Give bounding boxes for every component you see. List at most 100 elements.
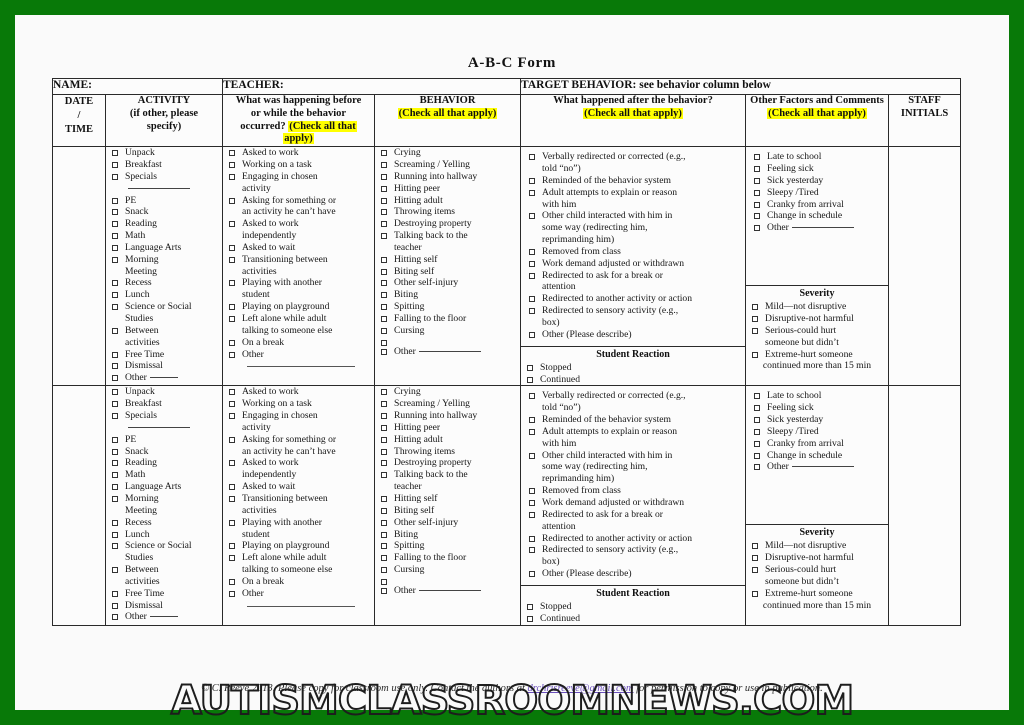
checkbox-icon[interactable] [112, 531, 118, 538]
checklist-item[interactable]: Specials [106, 410, 222, 434]
checkbox-icon[interactable] [754, 417, 761, 424]
checkbox-icon[interactable] [381, 221, 387, 228]
write-in-rule[interactable] [149, 616, 178, 618]
checkbox-icon[interactable] [112, 484, 118, 491]
checklist-item[interactable]: Asking for something or [223, 434, 374, 446]
checkbox-icon[interactable] [529, 511, 536, 518]
checklist-item[interactable]: Free Time [106, 349, 222, 361]
checklist-item[interactable]: Spitting [375, 301, 520, 313]
checklist-item[interactable]: Left alone while adult [223, 313, 374, 325]
checklist-item[interactable]: Engaging in chosen [223, 410, 374, 422]
checkbox-icon[interactable] [112, 304, 118, 311]
staff-initials-entry-cell[interactable] [888, 146, 962, 387]
checkbox-icon[interactable] [112, 150, 118, 157]
checkbox-icon[interactable] [752, 351, 759, 358]
checkbox-icon[interactable] [229, 304, 235, 311]
checklist-item[interactable]: Crying [375, 386, 520, 398]
checklist-item[interactable]: Destroying property [375, 457, 520, 469]
checkbox-icon[interactable] [529, 393, 536, 400]
checkbox-icon[interactable] [229, 555, 235, 562]
checkbox-icon[interactable] [381, 543, 387, 550]
checklist-item[interactable]: Cranky from arrival [748, 438, 886, 450]
checkbox-icon[interactable] [229, 316, 235, 322]
checklist-item[interactable]: Feeling sick [748, 163, 886, 175]
checkbox-icon[interactable] [752, 304, 759, 311]
checklist-item[interactable]: an activity he can’t have [223, 206, 374, 218]
checklist-item[interactable]: Cranky from arrival [748, 199, 886, 211]
checklist-item[interactable]: Mild—not disruptive [746, 301, 888, 313]
checklist-item[interactable]: Playing with another [223, 277, 374, 289]
checkbox-icon[interactable] [112, 472, 118, 479]
checklist-item[interactable]: Redirected to sensory activity (e.g., [523, 305, 743, 317]
checkbox-icon[interactable] [229, 244, 235, 251]
checklist-item[interactable]: Continued [521, 374, 745, 386]
checklist-item[interactable]: Verbally redirected or corrected (e.g., [523, 151, 743, 163]
checkbox-icon[interactable] [529, 488, 536, 495]
checkbox-icon[interactable] [381, 292, 387, 299]
checkbox-icon[interactable] [754, 201, 761, 208]
checkbox-icon[interactable] [754, 166, 761, 173]
checkbox-icon[interactable] [381, 436, 387, 443]
checklist-item[interactable]: Other child interacted with him in [523, 210, 743, 222]
checkbox-icon[interactable] [381, 519, 387, 526]
checklist-item[interactable]: some way (redirecting him, [523, 222, 743, 234]
checklist-item[interactable]: Spitting [375, 540, 520, 552]
checklist-item[interactable]: Other [106, 611, 222, 623]
target-behavior-cell[interactable]: TARGET BEHAVIOR: see behavior column bel… [520, 78, 962, 95]
checklist-item[interactable]: Other [748, 222, 886, 234]
checkbox-icon[interactable] [112, 495, 118, 502]
checklist-item[interactable]: Disruptive-not harmful [746, 552, 888, 564]
checklist-item[interactable]: activity [223, 422, 374, 434]
checkbox-icon[interactable] [754, 213, 761, 220]
checklist-item[interactable]: reprimanding him) [523, 473, 743, 485]
checklist-item[interactable]: Studies [106, 552, 222, 564]
antecedent-other-rule[interactable] [247, 605, 355, 607]
checkbox-icon[interactable] [112, 256, 118, 263]
checklist-item[interactable]: activities [223, 505, 374, 517]
checklist-item[interactable]: Other self-injury [375, 277, 520, 289]
checkbox-icon[interactable] [229, 197, 235, 204]
checkbox-icon[interactable] [229, 578, 235, 585]
checkbox-icon[interactable] [381, 401, 387, 408]
checkbox-icon[interactable] [381, 555, 387, 562]
checkbox-icon[interactable] [112, 602, 118, 609]
checklist-item[interactable]: an activity he can’t have [223, 446, 374, 458]
checklist-item[interactable]: Math [106, 230, 222, 242]
checklist-item[interactable]: Continued [521, 613, 745, 625]
checkbox-icon[interactable] [752, 590, 759, 597]
checkbox-icon[interactable] [112, 292, 118, 299]
checklist-item[interactable]: Snack [106, 206, 222, 218]
checkbox-icon[interactable] [112, 436, 118, 443]
checklist-item[interactable]: Screaming / Yelling [375, 159, 520, 171]
checklist-item[interactable]: Working on a task [223, 398, 374, 410]
checklist-item[interactable]: Work demand adjusted or withdrawn [523, 258, 743, 270]
checklist-item[interactable]: Destroying property [375, 218, 520, 230]
checkbox-icon[interactable] [529, 248, 536, 255]
checkbox-icon[interactable] [381, 150, 387, 157]
checklist-item[interactable]: Dismissal [106, 360, 222, 372]
checklist-item[interactable]: Falling to the floor [375, 552, 520, 564]
checklist-item[interactable]: talking to someone else [223, 325, 374, 337]
checklist-item[interactable]: Science or Social [106, 540, 222, 552]
checklist-item[interactable]: box) [523, 556, 743, 568]
checkbox-icon[interactable] [112, 460, 118, 467]
checkbox-icon[interactable] [229, 339, 235, 346]
checklist-item[interactable]: attention [523, 521, 743, 533]
checkbox-icon[interactable] [229, 495, 235, 502]
write-in-rule[interactable] [418, 350, 481, 352]
checklist-item[interactable]: Hitting adult [375, 434, 520, 446]
checklist-item[interactable]: Hitting adult [375, 195, 520, 207]
checklist-item[interactable]: Serious-could hurt [746, 325, 888, 337]
checklist-item[interactable]: Change in schedule [748, 450, 886, 462]
checkbox-icon[interactable] [112, 567, 118, 574]
checkbox-icon[interactable] [754, 428, 761, 435]
checkbox-icon[interactable] [381, 162, 387, 169]
checklist-item[interactable]: some way (redirecting him, [523, 461, 743, 473]
checklist-item[interactable]: Engaging in chosen [223, 171, 374, 183]
checklist-item[interactable]: Change in schedule [748, 210, 886, 222]
checklist-item[interactable]: Sick yesterday [748, 414, 886, 426]
checkbox-icon[interactable] [754, 154, 761, 161]
checkbox-icon[interactable] [381, 327, 387, 334]
checkbox-icon[interactable] [381, 389, 387, 396]
checklist-item[interactable]: Other (Please describe) [523, 329, 743, 341]
